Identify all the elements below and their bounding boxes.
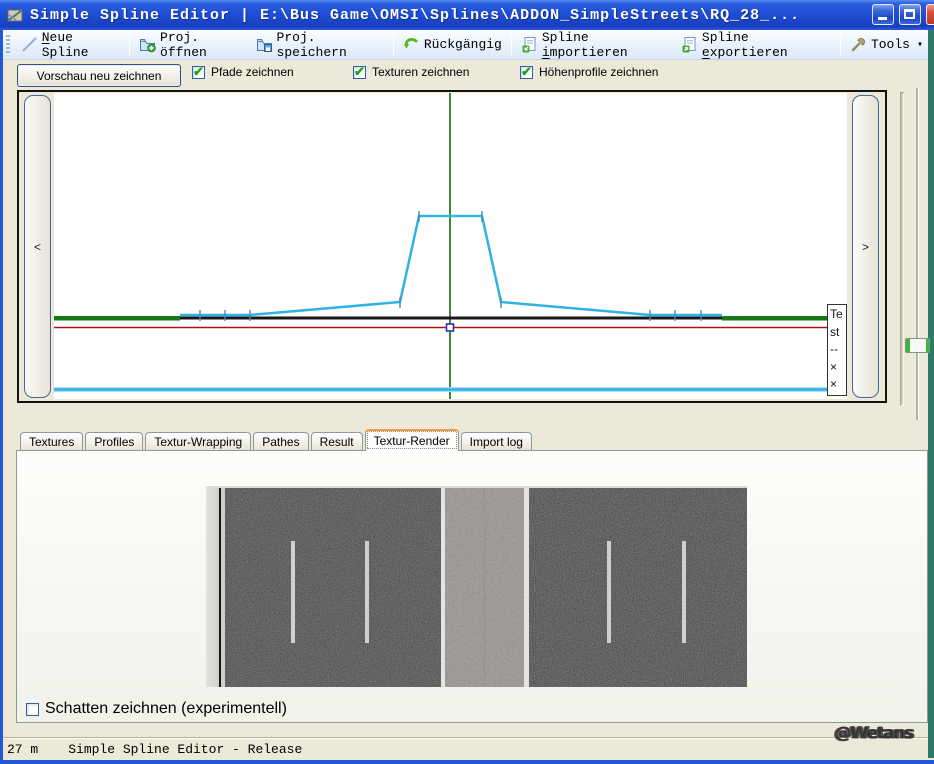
app-icon[interactable] [7,7,24,24]
minimize-button[interactable] [872,4,894,25]
export-icon [681,36,698,53]
profile-drawing [54,93,847,399]
toolbar-separator [393,35,394,55]
tab-import-log[interactable]: Import log [461,432,532,451]
app-window: Simple Spline Editor | E:\Bus Game\OMSI\… [0,0,934,764]
curb-strip [206,488,219,687]
toolbar-label: Neue Spline [42,30,120,60]
import-icon [521,36,538,53]
window-right-edge-strip [928,30,934,758]
window-title: Simple Spline Editor | E:\Bus Game\OMSI\… [30,7,800,24]
tab-pathes[interactable]: Pathes [253,432,308,451]
lane-marking [682,541,686,643]
check-icon: ✔ [354,64,365,80]
median-seam [445,588,484,589]
toolbar-separator [129,35,130,55]
maximize-icon [904,9,915,19]
toolbar-grip[interactable] [6,35,10,55]
undo-icon [403,36,420,53]
status-distance: 27 m [7,742,38,757]
maximize-button[interactable] [899,4,921,25]
window-bottom-border [0,760,934,764]
lane-marking [291,541,295,643]
tab-textur-wrapping[interactable]: Textur-Wrapping [145,432,251,451]
median-seam [484,523,524,524]
tab-profiles[interactable]: Profiles [85,432,143,451]
new-spline-icon [21,36,38,53]
spline-preview-frame: < Te st -- × × [17,90,887,403]
toolbar: Neue Spline Proj. öffnen Proj. speichern [3,30,928,60]
checkbox-box: ✔ [353,66,366,79]
spline-export-button[interactable]: Spline exportieren [676,28,836,62]
checkbox-box: ✔ [520,66,533,79]
tab-textures[interactable]: Textures [20,432,83,451]
toolbar-separator [840,35,841,55]
checkbox-hoehenprofile-zeichnen[interactable]: ✔ Höhenprofile zeichnen [520,65,658,79]
road-edge-line [221,488,225,687]
folder-save-icon [256,36,273,53]
checkbox-box: ✔ [192,66,205,79]
lane-marking [607,541,611,643]
textur-render-page: Schatten zeichnen (experimentell) [16,450,928,723]
asphalt-left [224,488,441,687]
toolbar-label: Tools [871,37,910,52]
minimize-icon [878,17,887,20]
checkbox-box [26,703,39,716]
toolbar-label: Proj. öffnen [160,30,246,60]
tab-textur-render[interactable]: Textur-Render [365,429,459,451]
checkbox-schatten-zeichnen[interactable]: Schatten zeichnen (experimentell) [26,700,287,718]
chevron-down-icon: ▾ [917,39,923,51]
watermark: @Wetans [834,724,913,743]
wrench-icon [850,36,867,53]
scroll-right-button[interactable]: > [852,95,879,398]
checkbox-label: Pfade zeichnen [211,65,294,79]
canvas-info-overlay: Te st -- × × [827,304,847,396]
status-app-version: Simple Spline Editor - Release [68,742,302,757]
toolbar-label: Proj. speichern [277,30,384,60]
project-open-button[interactable]: Proj. öffnen [134,28,251,62]
checkbox-label: Schatten zeichnen (experimentell) [45,700,287,718]
status-bar: 27 m Simple Spline Editor - Release [3,738,928,760]
spline-profile-canvas[interactable]: Te st -- × × [54,93,847,399]
preview-controls: Vorschau neu zeichnen ✔ Pfade zeichnen ✔… [0,62,934,88]
lane-marking [365,541,369,643]
close-button[interactable] [926,4,934,25]
asphalt-right [529,488,747,687]
toolbar-separator [511,35,512,55]
checkbox-pfade-zeichnen[interactable]: ✔ Pfade zeichnen [192,65,294,79]
new-spline-button[interactable]: Neue Spline [16,28,125,62]
road-texture-render [206,486,747,687]
slider-groove [900,92,904,406]
spline-import-button[interactable]: Spline importieren [516,28,676,62]
check-icon: ✔ [193,64,204,80]
median-edge-line-right [524,488,529,687]
check-icon: ✔ [521,64,532,80]
tools-menu-button[interactable]: Tools ▾ [845,34,928,55]
median-seam [484,488,485,687]
checkbox-label: Höhenprofile zeichnen [539,65,658,79]
title-bar: Simple Spline Editor | E:\Bus Game\OMSI\… [0,0,934,30]
checkbox-texturen-zeichnen[interactable]: ✔ Texturen zeichnen [353,65,469,79]
toolbar-label: Spline importieren [542,30,671,60]
checkbox-label: Texturen zeichnen [372,65,469,79]
undo-button[interactable]: Rückgängig [398,34,507,55]
slider-track[interactable] [916,88,919,420]
toolbar-label: Spline exportieren [702,30,831,60]
toolbar-label: Rückgängig [424,37,502,52]
tab-strip: Textures Profiles Textur-Wrapping Pathes… [20,429,532,451]
slider-thumb[interactable] [905,338,930,353]
redraw-preview-button[interactable]: Vorschau neu zeichnen [17,64,181,87]
scroll-left-button[interactable]: < [24,95,51,398]
tab-result[interactable]: Result [311,432,363,451]
window-left-border [0,30,3,764]
folder-open-icon [139,36,156,53]
project-save-button[interactable]: Proj. speichern [251,28,389,62]
